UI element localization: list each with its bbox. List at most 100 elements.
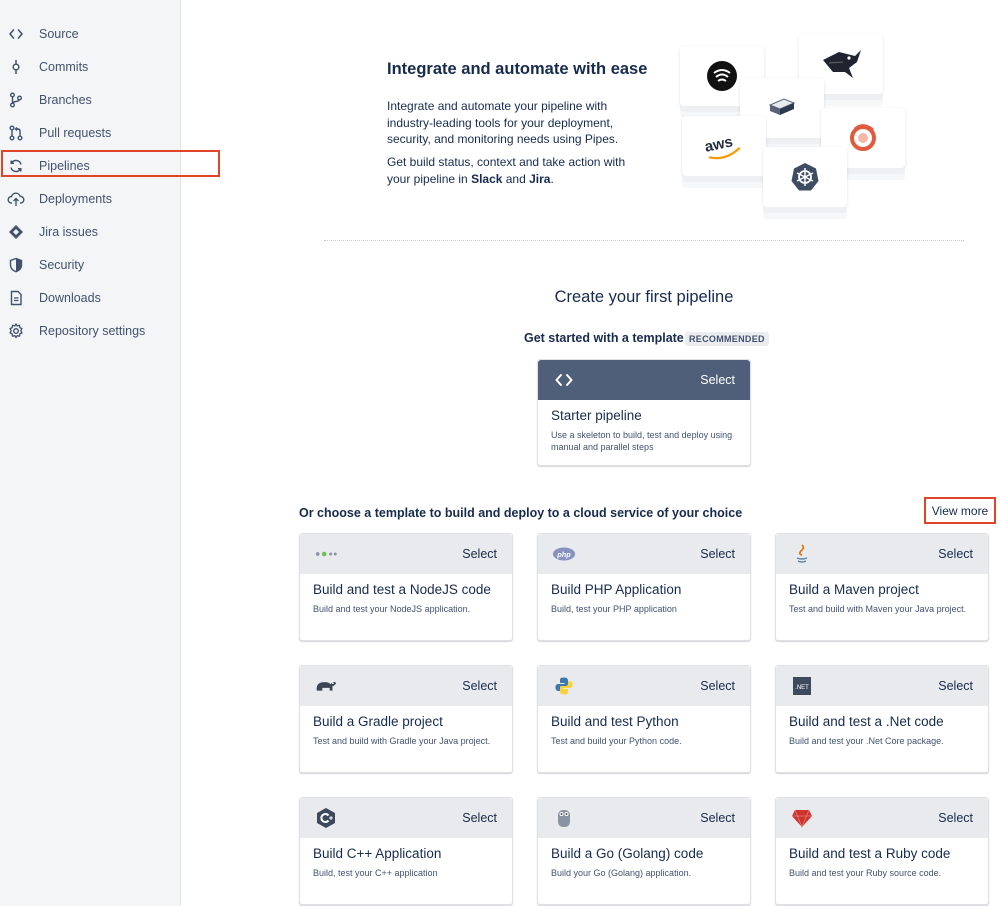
template-card-php[interactable]: php Select Build PHP Application Build, … (537, 533, 751, 641)
nodejs-icon (314, 543, 338, 565)
page-title: Create your first pipeline (554, 288, 734, 306)
sidebar-item-label: Security (39, 257, 85, 272)
card-header: Select (300, 534, 512, 574)
code-icon (552, 369, 576, 391)
card-description: Test and build with Gradle your Java pro… (313, 736, 491, 746)
view-more-button[interactable]: View more (924, 497, 996, 524)
sidebar-item-deployments[interactable]: Deployments (0, 182, 181, 215)
slack-text: Slack (471, 171, 503, 186)
template-card-nodejs[interactable]: Select Build and test a NodeJS code Buil… (299, 533, 513, 641)
select-button[interactable]: Select (700, 811, 735, 825)
cloud-templates-heading: Or choose a template to build and deploy… (299, 506, 743, 520)
ruby-icon (790, 807, 814, 829)
sidebar-item-label: Repository settings (39, 323, 146, 338)
sidebar: Source Commits Branches Pull requests Pi… (0, 0, 181, 906)
pull-request-icon (6, 123, 26, 143)
select-button[interactable]: Select (938, 679, 973, 693)
document-icon (6, 288, 26, 308)
select-button[interactable]: Select (462, 547, 497, 561)
shield-icon (6, 255, 26, 275)
sidebar-item-repository-settings[interactable]: Repository settings (0, 314, 181, 347)
card-description: Test and build your Python code. (551, 736, 682, 746)
java-icon (790, 543, 814, 565)
sidebar-item-pull-requests[interactable]: Pull requests (0, 116, 181, 149)
select-button[interactable]: Select (462, 811, 497, 825)
card-description: Build and test your Ruby source code. (789, 868, 942, 878)
card-header: Select (538, 666, 750, 706)
template-card-golang[interactable]: Select Build a Go (Golang) code Build yo… (537, 797, 751, 905)
sidebar-item-security[interactable]: Security (0, 248, 181, 281)
sidebar-item-source[interactable]: Source (0, 17, 181, 50)
section-divider (324, 240, 964, 241)
card-title: Build C++ Application (313, 846, 442, 861)
recommended-badge: RECOMMENDED (685, 332, 769, 346)
card-description: Build and test your .Net Core package. (789, 736, 944, 746)
card-title: Build a Gradle project (313, 714, 443, 729)
sidebar-item-commits[interactable]: Commits (0, 50, 181, 83)
sidebar-item-jira-issues[interactable]: Jira issues (0, 215, 181, 248)
get-started-heading: Get started with a template (524, 331, 684, 345)
select-button[interactable]: Select (700, 373, 735, 387)
python-icon (552, 675, 576, 697)
gear-icon (6, 321, 26, 341)
sidebar-item-branches[interactable]: Branches (0, 83, 181, 116)
code-icon (6, 24, 26, 44)
hero-slack-jira-text: Get build status, context and take actio… (387, 154, 647, 187)
card-description: Build your Go (Golang) application. (551, 868, 692, 878)
sidebar-item-label: Deployments (39, 191, 112, 206)
template-card-python[interactable]: Select Build and test Python Test and bu… (537, 665, 751, 773)
select-button[interactable]: Select (700, 547, 735, 561)
template-card-maven[interactable]: Select Build a Maven project Test and bu… (775, 533, 989, 641)
card-description: Use a skeleton to build, test and deploy… (551, 430, 733, 452)
period-text: . (550, 171, 554, 186)
template-card-ruby[interactable]: Select Build and test a Ruby code Build … (775, 797, 989, 905)
card-header: Select (538, 360, 750, 400)
card-title: Build PHP Application (551, 582, 682, 597)
starter-pipeline-card[interactable]: Select Starter pipeline Use a skeleton t… (537, 359, 751, 466)
card-title: Build and test a .Net code (789, 714, 944, 729)
select-button[interactable]: Select (938, 811, 973, 825)
gradle-elephant-icon (314, 675, 338, 697)
sidebar-item-label: Downloads (39, 290, 101, 305)
card-header: Select (776, 534, 988, 574)
card-title: Build a Go (Golang) code (551, 846, 704, 861)
card-title: Starter pipeline (551, 408, 642, 423)
template-card-gradle[interactable]: Select Build a Gradle project Test and b… (299, 665, 513, 773)
card-description: Build, test your PHP application (551, 604, 677, 614)
php-icon: php (552, 543, 576, 565)
sidebar-item-downloads[interactable]: Downloads (0, 281, 181, 314)
card-title: Build and test a NodeJS code (313, 582, 491, 597)
card-title: Build and test a Ruby code (789, 846, 951, 861)
jira-text: Jira (529, 171, 551, 186)
sidebar-item-label: Branches (39, 92, 92, 107)
pipelines-highlight-box (1, 150, 220, 177)
card-description: Build, test your C++ application (313, 868, 438, 878)
dotnet-icon: .NET (790, 675, 814, 697)
commit-icon (6, 57, 26, 77)
hero-title: Integrate and automate with ease (387, 60, 648, 78)
card-header: Select (300, 666, 512, 706)
sidebar-item-label: Commits (39, 59, 89, 74)
card-title: Build a Maven project (789, 582, 919, 597)
kubernetes-icon (763, 147, 847, 207)
dotnet-icon-text: .NET (795, 685, 809, 691)
card-description: Test and build with Maven your Java proj… (789, 604, 967, 614)
card-title: Build and test Python (551, 714, 679, 729)
card-header: Select (776, 798, 988, 838)
template-card-cpp[interactable]: Select Build C++ Application Build, test… (299, 797, 513, 905)
select-button[interactable]: Select (938, 547, 973, 561)
sidebar-item-label: Pull requests (39, 125, 112, 140)
select-button[interactable]: Select (700, 679, 735, 693)
aws-logo-icon: aws (682, 116, 766, 176)
template-card-dotnet[interactable]: .NET Select Build and test a .Net code B… (775, 665, 989, 773)
aws-logo-text: aws (703, 133, 734, 156)
card-header: Select (300, 798, 512, 838)
sidebar-item-label: Jira issues (39, 224, 99, 239)
jira-icon (6, 222, 26, 242)
cloud-upload-icon (6, 189, 26, 209)
select-button[interactable]: Select (462, 679, 497, 693)
card-header: Select (538, 798, 750, 838)
php-icon-text: php (556, 550, 571, 559)
and-text: and (502, 171, 530, 186)
card-header: .NET Select (776, 666, 988, 706)
